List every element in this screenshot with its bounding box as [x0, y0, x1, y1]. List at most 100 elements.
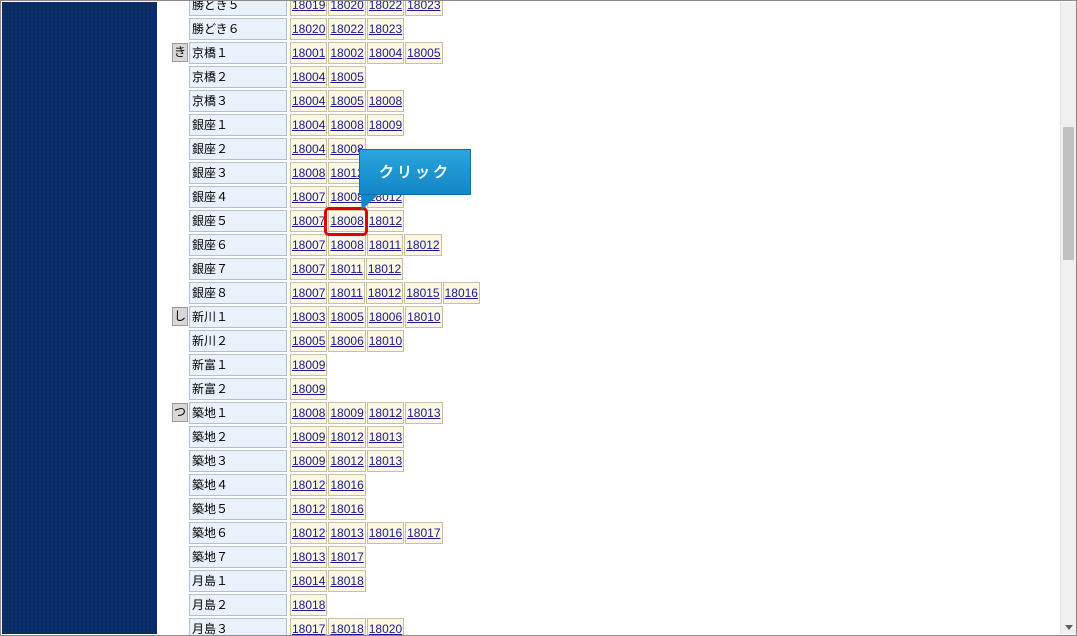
code-link[interactable]: 18013 — [366, 426, 405, 448]
code-link[interactable]: 18009 — [328, 402, 366, 424]
code-link[interactable]: 18014 — [290, 570, 328, 592]
code-link[interactable]: 18007 — [290, 258, 328, 280]
code-link[interactable]: 18004 — [290, 90, 328, 112]
code-link[interactable]: 18017 — [290, 618, 328, 635]
code-link[interactable]: 18002 — [328, 42, 366, 64]
code-link[interactable]: 18009 — [366, 114, 405, 136]
code-link[interactable]: 18011 — [366, 234, 404, 256]
code-link[interactable]: 18004 — [290, 114, 328, 136]
code-link[interactable]: 18009 — [290, 378, 328, 400]
code-link[interactable]: 18012 — [328, 426, 366, 448]
code-link[interactable]: 18005 — [328, 90, 366, 112]
code-link[interactable]: 18023 — [405, 1, 443, 16]
code-link[interactable]: 18012 — [290, 474, 328, 496]
town-name-cell: 月島３ — [189, 618, 287, 635]
code-link-group: 18012 18016 — [290, 474, 366, 496]
town-name-cell: 銀座５ — [189, 210, 287, 232]
code-link[interactable]: 18020 — [290, 18, 328, 40]
code-link-group: 18005 18006 18010 — [290, 330, 405, 352]
code-link[interactable]: 18016 — [328, 498, 366, 520]
code-link[interactable]: 18018 — [328, 618, 366, 635]
scroll-down-arrow-icon[interactable] — [1065, 625, 1073, 630]
code-link-group: 18009 18012 18013 — [290, 450, 405, 472]
town-name-cell: 新川１ — [189, 306, 287, 328]
code-link[interactable]: 18012 — [366, 402, 405, 424]
code-link[interactable]: 18022 — [366, 1, 405, 16]
code-link[interactable]: 18020 — [328, 1, 366, 16]
code-link[interactable]: 18001 — [290, 42, 328, 64]
town-name-cell: 築地４ — [189, 474, 287, 496]
code-link[interactable]: 18008 — [328, 114, 366, 136]
left-sidebar-panel — [2, 2, 157, 634]
code-link[interactable]: 18004 — [290, 138, 328, 160]
code-link[interactable]: 18013 — [328, 522, 366, 544]
code-link[interactable]: 18013 — [290, 546, 328, 568]
code-link[interactable]: 18012 — [290, 522, 328, 544]
code-link[interactable]: 18008 — [290, 162, 328, 184]
town-name-cell: 築地１ — [189, 402, 287, 424]
code-link[interactable]: 18007 — [290, 210, 328, 232]
code-link[interactable]: 18009 — [290, 426, 328, 448]
code-link[interactable]: 18012 — [290, 498, 328, 520]
code-link-group: 18017 18018 18020 — [290, 618, 405, 635]
code-link[interactable]: 18004 — [290, 66, 328, 88]
code-link-group: 18012 18013 18016 18017 — [290, 522, 443, 544]
code-link[interactable]: 18012 — [328, 450, 366, 472]
code-link[interactable]: 18013 — [405, 402, 443, 424]
code-link[interactable]: 18007 — [290, 186, 328, 208]
index-kana-label: き — [172, 43, 188, 62]
code-link[interactable]: 18004 — [366, 42, 405, 64]
code-link[interactable]: 18006 — [366, 306, 405, 328]
code-link[interactable]: 18020 — [366, 618, 405, 635]
town-code-list: 勝どき５ 18019 18020 18022 18023 勝どき６ 18020 18022 18… — [158, 1, 1058, 635]
code-link[interactable]: 18019 — [290, 1, 328, 16]
code-link[interactable]: 18008 — [366, 90, 405, 112]
code-link[interactable]: 18023 — [366, 18, 405, 40]
code-link[interactable]: 18018 — [328, 570, 366, 592]
scrollbar-thumb[interactable] — [1063, 127, 1074, 260]
code-link[interactable]: 18016 — [366, 522, 405, 544]
code-link[interactable]: 18007 — [290, 282, 328, 304]
code-link[interactable]: 18005 — [328, 66, 366, 88]
code-link-group: 18012 18016 — [290, 498, 366, 520]
code-link[interactable]: 18009 — [290, 450, 328, 472]
code-link[interactable]: 18011 — [328, 282, 365, 304]
code-link-group: 18020 18022 18023 — [290, 18, 405, 40]
code-link[interactable]: 18009 — [290, 354, 328, 376]
code-link[interactable]: 18010 — [366, 330, 405, 352]
code-link-group: 18014 18018 — [290, 570, 366, 592]
code-link[interactable]: 18011 — [328, 258, 365, 280]
code-link[interactable]: 18017 — [405, 522, 443, 544]
code-link[interactable]: 18013 — [366, 450, 405, 472]
code-link[interactable]: 18012 — [366, 210, 405, 232]
code-link[interactable]: 18003 — [290, 306, 328, 328]
code-link[interactable]: 18022 — [328, 18, 366, 40]
code-link[interactable]: 18008 — [328, 210, 366, 232]
code-link[interactable]: 18005 — [290, 330, 328, 352]
code-link[interactable]: 18012 — [365, 282, 404, 304]
code-link[interactable]: 18008 — [328, 234, 366, 256]
code-link[interactable]: 18005 — [328, 306, 366, 328]
code-link[interactable]: 18016 — [328, 474, 366, 496]
code-link[interactable]: 18012 — [365, 258, 404, 280]
code-link[interactable]: 18007 — [290, 234, 328, 256]
code-link[interactable]: 18008 — [290, 402, 328, 424]
town-name-cell: 京橋３ — [189, 90, 287, 112]
code-link-group: 18001 18002 18004 18005 — [290, 42, 443, 64]
code-link[interactable]: 18010 — [405, 306, 443, 328]
code-link[interactable]: 18015 — [404, 282, 442, 304]
code-link[interactable]: 18016 — [442, 282, 480, 304]
town-name-cell: 京橋２ — [189, 66, 287, 88]
town-name-cell: 月島２ — [189, 594, 287, 616]
code-link[interactable]: 18018 — [290, 594, 328, 616]
town-name-cell: 銀座３ — [189, 162, 287, 184]
code-link-group: 18009 — [290, 354, 328, 376]
town-name-cell: 新川２ — [189, 330, 287, 352]
vertical-scrollbar[interactable] — [1060, 2, 1076, 634]
code-link[interactable]: 18005 — [405, 42, 443, 64]
code-link[interactable]: 18012 — [404, 234, 442, 256]
town-name-cell: 新富２ — [189, 378, 287, 400]
code-link[interactable]: 18017 — [328, 546, 366, 568]
code-link[interactable]: 18006 — [328, 330, 366, 352]
code-link-group: 18019 18020 18022 18023 — [290, 1, 443, 16]
